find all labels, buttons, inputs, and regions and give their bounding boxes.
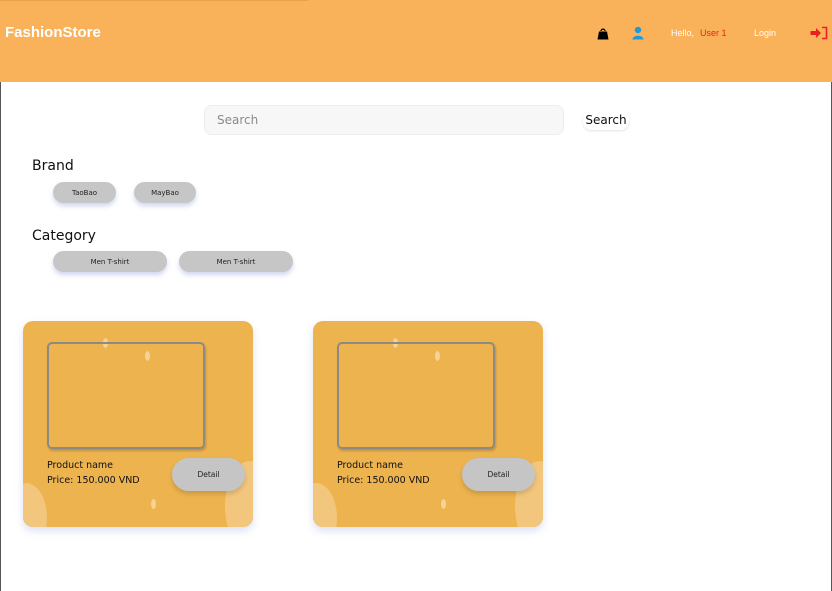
search-input[interactable]: [204, 105, 564, 135]
page-border-left: [0, 82, 1, 591]
username-label[interactable]: User 1: [700, 28, 727, 38]
search-button[interactable]: Search: [583, 110, 629, 130]
brand-chip-taobao[interactable]: TaoBao: [53, 182, 116, 203]
brand-chip-maybao[interactable]: MayBao: [134, 182, 196, 203]
top-navbar: FashionStore Hello, User 1 Login: [0, 0, 832, 82]
logout-icon[interactable]: [810, 26, 828, 40]
navbar-top-line: [0, 0, 308, 1]
product-image-placeholder[interactable]: [337, 342, 495, 449]
login-link[interactable]: Login: [754, 28, 776, 38]
greeting-label: Hello,: [671, 28, 695, 38]
product-card[interactable]: Product name Price: 150.000 VND Detail: [23, 321, 253, 527]
detail-button[interactable]: Detail: [172, 458, 245, 491]
product-name: Product name: [337, 460, 404, 471]
category-chip-men-tshirt-1[interactable]: Men T-shirt: [53, 251, 167, 272]
product-price: Price: 150.000 VND: [337, 475, 430, 486]
site-logo[interactable]: FashionStore: [5, 24, 101, 41]
product-name: Product name: [47, 460, 114, 471]
card-decoration: [23, 483, 47, 527]
detail-button[interactable]: Detail: [462, 458, 535, 491]
card-decoration-dot: [151, 499, 156, 509]
product-image-placeholder[interactable]: [47, 342, 205, 449]
card-decoration: [313, 483, 337, 527]
product-card[interactable]: Product name Price: 150.000 VND Detail: [313, 321, 543, 527]
shopping-bag-icon[interactable]: [597, 27, 609, 40]
user-icon[interactable]: [632, 26, 644, 40]
brand-heading: Brand: [32, 158, 74, 174]
category-heading: Category: [32, 228, 96, 244]
card-decoration-dot: [441, 499, 446, 509]
product-price: Price: 150.000 VND: [47, 475, 140, 486]
category-chip-men-tshirt-2[interactable]: Men T-shirt: [179, 251, 293, 272]
